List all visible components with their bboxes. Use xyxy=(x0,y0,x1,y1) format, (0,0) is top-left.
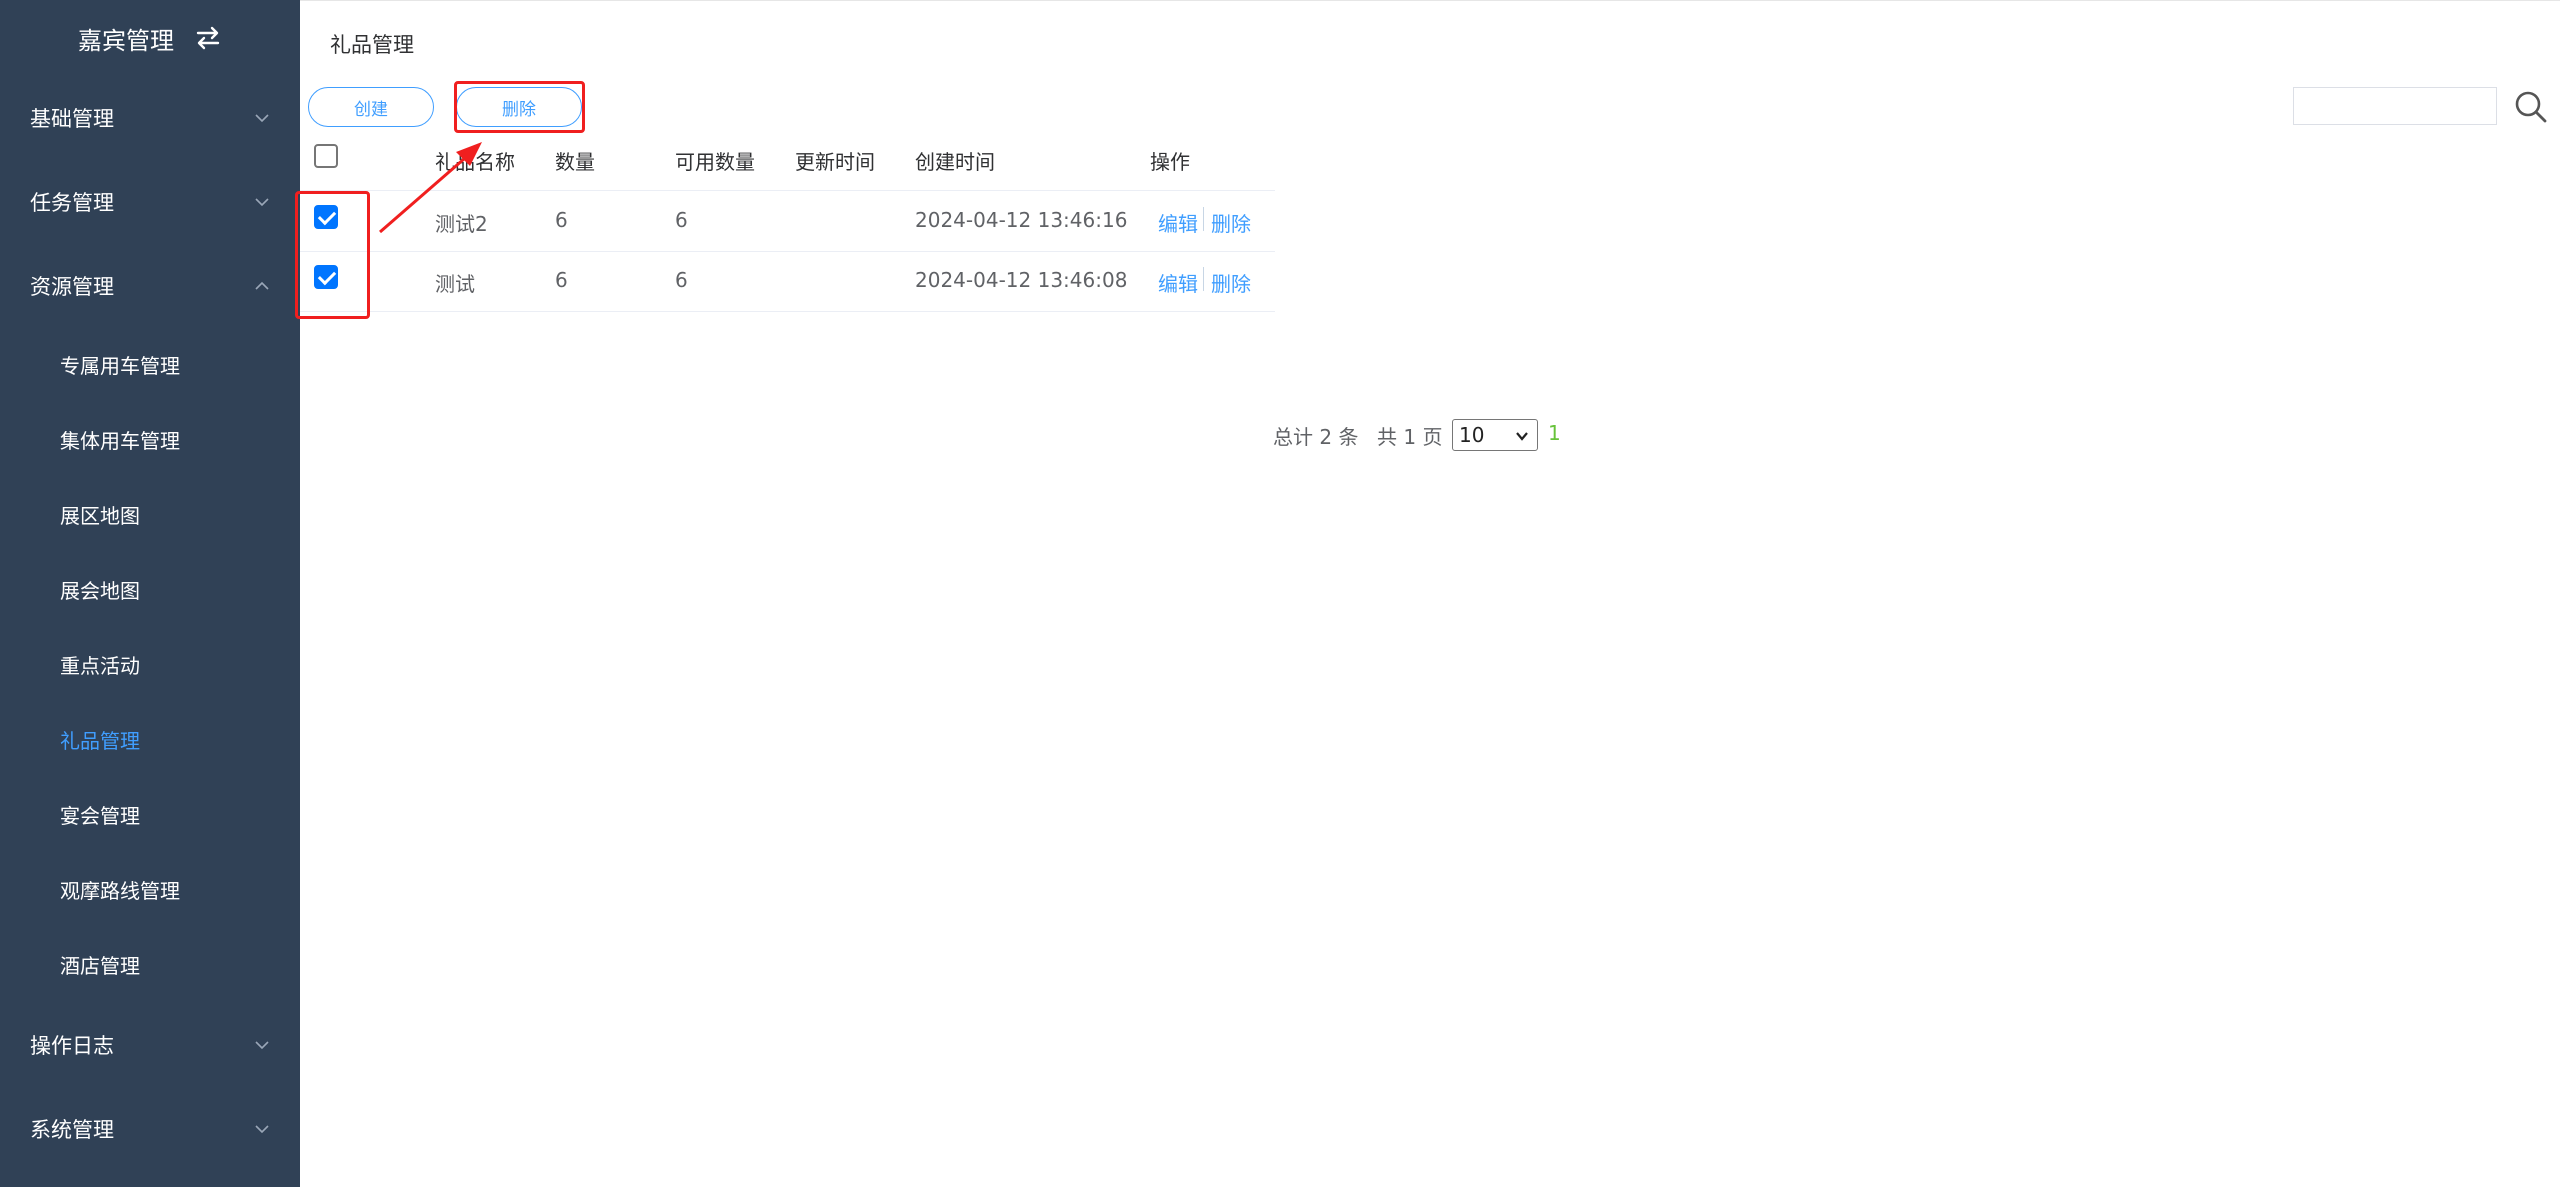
sidebar-header: 嘉宾管理 xyxy=(0,0,300,76)
sidebar-item-group-car[interactable]: 集体用车管理 xyxy=(0,402,300,477)
sidebar-item-label: 酒店管理 xyxy=(60,954,140,978)
pagination-current-page[interactable]: 1 xyxy=(1548,421,1561,445)
sidebar: 嘉宾管理 基础管理 任务管理 资源管理 专属用车管理 集体用车管理 展区地图 展… xyxy=(0,0,300,1187)
column-header-created: 创建时间 xyxy=(915,150,995,174)
menu-group-system[interactable]: 系统管理 xyxy=(0,1087,300,1171)
sidebar-item-label: 重点活动 xyxy=(60,654,140,678)
sidebar-item-banquet[interactable]: 宴会管理 xyxy=(0,777,300,852)
sidebar-item-label: 宴会管理 xyxy=(60,804,140,828)
delete-button[interactable]: 删除 xyxy=(456,87,582,127)
menu-group-label: 任务管理 xyxy=(30,191,114,215)
menu-group-basic[interactable]: 基础管理 xyxy=(0,76,300,160)
column-header-updated: 更新时间 xyxy=(795,150,875,174)
table-cell-name: 测试2 xyxy=(435,212,488,236)
sidebar-item-expo-map[interactable]: 展会地图 xyxy=(0,552,300,627)
column-header-available: 可用数量 xyxy=(675,150,755,174)
sidebar-item-exclusive-car[interactable]: 专属用车管理 xyxy=(0,327,300,402)
row-checkbox[interactable] xyxy=(314,265,338,289)
sidebar-item-label: 专属用车管理 xyxy=(60,354,180,378)
column-header-actions: 操作 xyxy=(1150,150,1190,174)
sidebar-item-hotel[interactable]: 酒店管理 xyxy=(0,927,300,1002)
sidebar-item-label: 观摩路线管理 xyxy=(60,879,180,903)
table-divider xyxy=(300,190,1275,191)
edit-link[interactable]: 编辑 xyxy=(1158,268,1198,297)
page-title: 礼品管理 xyxy=(330,33,414,57)
chevron-down-icon xyxy=(255,1125,269,1134)
page-size-select[interactable]: 10 xyxy=(1452,419,1538,451)
chevron-up-icon xyxy=(255,281,269,290)
row-checkbox[interactable] xyxy=(314,205,338,229)
table-cell-quantity: 6 xyxy=(555,268,568,292)
sidebar-item-label: 集体用车管理 xyxy=(60,429,180,453)
delete-link[interactable]: 删除 xyxy=(1211,208,1251,237)
menu-group-task[interactable]: 任务管理 xyxy=(0,160,300,244)
select-all-checkbox[interactable] xyxy=(314,144,338,168)
table-cell-available: 6 xyxy=(675,268,688,292)
action-separator xyxy=(1203,267,1204,291)
chevron-down-icon xyxy=(1516,432,1528,441)
switch-icon[interactable] xyxy=(194,25,222,51)
menu-group-label: 资源管理 xyxy=(30,275,114,299)
sidebar-item-label: 展区地图 xyxy=(60,504,140,528)
chevron-down-icon xyxy=(255,198,269,207)
sidebar-item-label: 礼品管理 xyxy=(60,729,140,753)
pagination-total: 总计 2 条 xyxy=(1273,425,1359,449)
table-cell-name: 测试 xyxy=(435,272,475,296)
menu-group-label: 基础管理 xyxy=(30,107,114,131)
pagination-pages: 共 1 页 xyxy=(1377,425,1443,449)
column-header-quantity: 数量 xyxy=(555,150,595,174)
table-cell-created: 2024-04-12 13:46:16 xyxy=(915,208,1128,232)
create-button[interactable]: 创建 xyxy=(308,87,434,127)
sidebar-item-key-events[interactable]: 重点活动 xyxy=(0,627,300,702)
main-content: 礼品管理 创建 删除 礼品名称 数量 可用数量 更新时间 创建时间 操作 测试2… xyxy=(295,0,2560,1187)
menu-group-label: 操作日志 xyxy=(30,1034,114,1058)
page-size-value: 10 xyxy=(1459,423,1485,447)
table-divider xyxy=(300,311,1275,312)
chevron-down-icon xyxy=(255,1041,269,1050)
delete-link[interactable]: 删除 xyxy=(1211,268,1251,297)
app-root: 嘉宾管理 基础管理 任务管理 资源管理 专属用车管理 集体用车管理 展区地图 展… xyxy=(0,0,2560,1187)
sidebar-item-label: 展会地图 xyxy=(60,579,140,603)
search-input[interactable] xyxy=(2293,87,2497,125)
action-separator xyxy=(1203,207,1204,231)
table-divider xyxy=(300,251,1275,252)
edit-link[interactable]: 编辑 xyxy=(1158,208,1198,237)
sidebar-item-gifts[interactable]: 礼品管理 xyxy=(0,702,300,777)
menu-group-resource[interactable]: 资源管理 xyxy=(0,244,300,328)
search-icon[interactable] xyxy=(2513,89,2549,125)
menu-group-logs[interactable]: 操作日志 xyxy=(0,1003,300,1087)
sidebar-item-tour-route[interactable]: 观摩路线管理 xyxy=(0,852,300,927)
table-cell-created: 2024-04-12 13:46:08 xyxy=(915,268,1128,292)
table-cell-quantity: 6 xyxy=(555,208,568,232)
table-cell-available: 6 xyxy=(675,208,688,232)
sidebar-item-zone-map[interactable]: 展区地图 xyxy=(0,477,300,552)
sidebar-title: 嘉宾管理 xyxy=(78,26,174,55)
menu-group-label: 系统管理 xyxy=(30,1118,114,1142)
column-header-name: 礼品名称 xyxy=(435,150,515,174)
chevron-down-icon xyxy=(255,114,269,123)
